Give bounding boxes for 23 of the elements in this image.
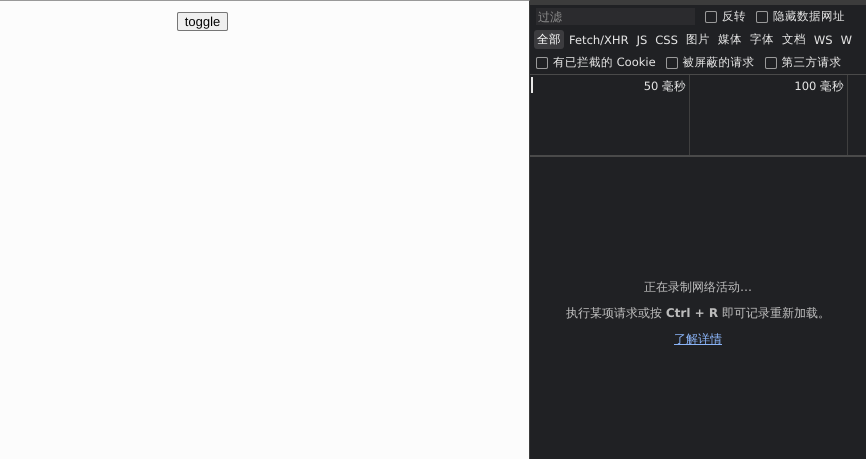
- toggle-button[interactable]: toggle: [176, 12, 228, 31]
- timeline-marker: [531, 77, 533, 93]
- type-filter-tab[interactable]: Fetch/XHR: [566, 30, 632, 48]
- request-checkbox[interactable]: 有已拦截的 Cookie: [536, 55, 656, 70]
- type-filter-tab[interactable]: 全部: [534, 30, 564, 49]
- request-checkbox[interactable]: 第三方请求: [764, 55, 842, 70]
- type-filter-tab[interactable]: 文档: [778, 30, 809, 49]
- filter-checkbox[interactable]: 隐藏数据网址: [756, 9, 845, 24]
- type-filter-tab[interactable]: JS: [634, 30, 650, 48]
- reload-hint: 执行某项请求或按 Ctrl + R 即可记录重新加载。: [566, 304, 830, 322]
- type-filter-tab[interactable]: WS: [810, 30, 836, 48]
- type-filter-tab[interactable]: 字体: [746, 30, 777, 49]
- timeline-label: 100 毫秒: [794, 79, 844, 93]
- type-filter-tab[interactable]: 图片: [682, 30, 713, 49]
- request-checkbox[interactable]: 被屏蔽的请求: [666, 55, 755, 70]
- learn-more-link[interactable]: 了解详情: [674, 330, 722, 348]
- type-filter-tab[interactable]: CSS: [652, 30, 681, 48]
- recording-message: 正在录制网络活动…: [644, 278, 752, 296]
- filter-field[interactable]: 过滤: [536, 8, 695, 25]
- filter-checkbox[interactable]: 反转: [705, 9, 746, 24]
- type-filter-tab[interactable]: W: [838, 30, 855, 48]
- type-filter-tab[interactable]: 媒体: [714, 30, 745, 49]
- timeline-label: 50 毫秒: [644, 79, 686, 93]
